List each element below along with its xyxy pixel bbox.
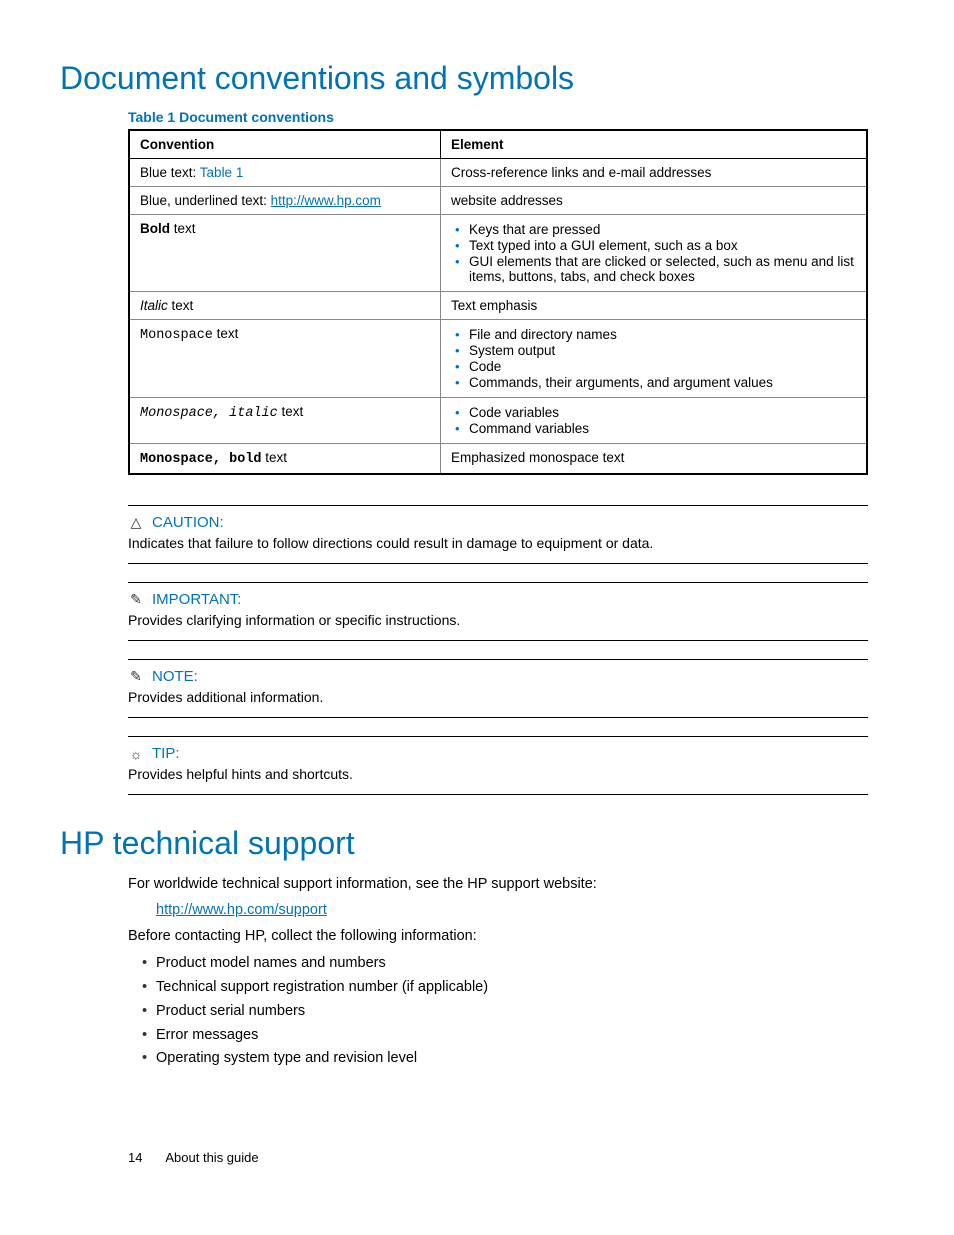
text: Blue, underlined text:	[140, 193, 271, 208]
callout-title: NOTE:	[152, 668, 198, 685]
list-item: Commands, their arguments, and argument …	[469, 375, 856, 390]
list-item: File and directory names	[469, 327, 856, 342]
conventions-table: Convention Element Blue text: Table 1 Cr…	[128, 129, 868, 475]
table-row: Monospace text File and directory names …	[129, 320, 867, 398]
convention-cell: Bold text	[129, 215, 441, 292]
support-link[interactable]: http://www.hp.com/support	[156, 900, 327, 922]
list-item: Text typed into a GUI element, such as a…	[469, 238, 856, 253]
element-cell: website addresses	[441, 187, 868, 215]
list-item: Product model names and numbers	[156, 953, 868, 975]
convention-cell: Italic text	[129, 292, 441, 320]
element-cell: Text emphasis	[441, 292, 868, 320]
note-callout: ✎ NOTE: Provides additional information.	[128, 659, 868, 718]
table-row: Monospace, bold text Emphasized monospac…	[129, 444, 867, 475]
section-heading: Document conventions and symbols	[60, 60, 894, 97]
cross-ref-link[interactable]: Table 1	[200, 165, 244, 180]
convention-cell: Monospace, italic text	[129, 398, 441, 444]
list-item: Operating system type and revision level	[156, 1048, 868, 1070]
list-item: Product serial numbers	[156, 1001, 868, 1023]
element-cell: Code variables Command variables	[441, 398, 868, 444]
callout-title: TIP:	[152, 745, 180, 762]
url-link[interactable]: http://www.hp.com	[271, 193, 381, 208]
paragraph: For worldwide technical support informat…	[128, 874, 868, 896]
callout-body: Indicates that failure to follow directi…	[128, 535, 868, 551]
mono-bold-sample: Monospace, bold	[140, 452, 262, 467]
paragraph: Before contacting HP, collect the follow…	[128, 926, 868, 948]
footer-section: About this guide	[165, 1150, 258, 1165]
th-element: Element	[441, 130, 868, 159]
callout-title: IMPORTANT:	[152, 591, 241, 608]
important-icon: ✎	[128, 591, 144, 608]
element-cell: Emphasized monospace text	[441, 444, 868, 475]
element-cell: Cross-reference links and e-mail address…	[441, 159, 868, 187]
tip-callout: ☼ TIP: Provides helpful hints and shortc…	[128, 736, 868, 795]
text: text	[170, 221, 196, 236]
list-item: Technical support registration number (i…	[156, 977, 868, 999]
text: text	[278, 404, 304, 419]
callout-title: CAUTION:	[152, 514, 224, 531]
text: text	[213, 326, 239, 341]
caution-icon: △	[128, 514, 144, 531]
table-row: Monospace, italic text Code variables Co…	[129, 398, 867, 444]
table-caption: Table 1 Document conventions	[128, 109, 894, 125]
mono-sample: Monospace	[140, 328, 213, 343]
convention-cell: Monospace text	[129, 320, 441, 398]
callout-body: Provides helpful hints and shortcuts.	[128, 766, 868, 782]
mono-italic-sample: Monospace, italic	[140, 406, 278, 421]
element-cell: Keys that are pressed Text typed into a …	[441, 215, 868, 292]
note-icon: ✎	[128, 668, 144, 685]
table-header-row: Convention Element	[129, 130, 867, 159]
page-footer: 14 About this guide	[128, 1150, 894, 1165]
caution-callout: △ CAUTION: Indicates that failure to fol…	[128, 505, 868, 564]
text: Blue text:	[140, 165, 200, 180]
convention-cell: Blue, underlined text: http://www.hp.com	[129, 187, 441, 215]
th-convention: Convention	[129, 130, 441, 159]
list-item: GUI elements that are clicked or selecte…	[469, 254, 856, 284]
list-item: Code variables	[469, 405, 856, 420]
bold-sample: Bold	[140, 221, 170, 236]
text: text	[262, 450, 288, 465]
table-row: Italic text Text emphasis	[129, 292, 867, 320]
list-item: Command variables	[469, 421, 856, 436]
italic-sample: Italic	[140, 298, 168, 313]
table-row: Blue text: Table 1 Cross-reference links…	[129, 159, 867, 187]
list-item: Keys that are pressed	[469, 222, 856, 237]
page-number: 14	[128, 1150, 142, 1165]
list-item: Error messages	[156, 1025, 868, 1047]
tip-icon: ☼	[128, 746, 144, 762]
callout-body: Provides additional information.	[128, 689, 868, 705]
list-item: Code	[469, 359, 856, 374]
callout-body: Provides clarifying information or speci…	[128, 612, 868, 628]
convention-cell: Monospace, bold text	[129, 444, 441, 475]
element-cell: File and directory names System output C…	[441, 320, 868, 398]
support-section: For worldwide technical support informat…	[128, 874, 868, 1070]
table-row: Bold text Keys that are pressed Text typ…	[129, 215, 867, 292]
table-row: Blue, underlined text: http://www.hp.com…	[129, 187, 867, 215]
text: text	[168, 298, 194, 313]
section-heading: HP technical support	[60, 825, 894, 862]
important-callout: ✎ IMPORTANT: Provides clarifying informa…	[128, 582, 868, 641]
convention-cell: Blue text: Table 1	[129, 159, 441, 187]
list-item: System output	[469, 343, 856, 358]
